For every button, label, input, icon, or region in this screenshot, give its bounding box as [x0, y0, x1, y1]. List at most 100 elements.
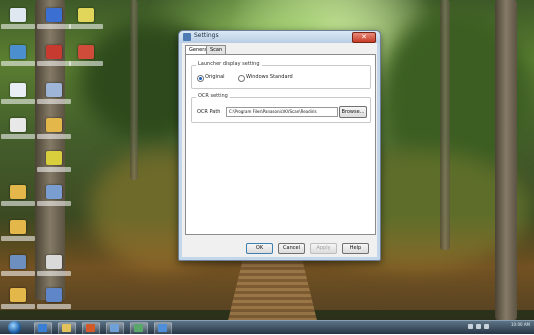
clock-time: 10:00 AM: [511, 322, 530, 327]
app-icon: [46, 151, 62, 165]
app-icon: [78, 8, 94, 22]
desktop-icon[interactable]: [37, 8, 71, 32]
folder-icon: [10, 288, 26, 302]
desktop-icon[interactable]: [37, 83, 71, 107]
desktop-icon[interactable]: [69, 45, 103, 69]
icon-caption: [1, 24, 35, 29]
desktop-icon[interactable]: [1, 185, 35, 209]
desktop-icon[interactable]: [1, 220, 35, 244]
app-icon: [110, 324, 119, 332]
dialog-client: General Scan Launcher display setting Or…: [182, 43, 377, 257]
icon-caption: [37, 61, 71, 66]
icon-caption: [1, 271, 35, 276]
desktop-icon[interactable]: [37, 185, 71, 209]
taskbar-button[interactable]: [154, 322, 172, 335]
ocr-path-label: OCR Path: [197, 109, 221, 115]
app-icon: [183, 33, 191, 41]
app-icon: [46, 8, 62, 22]
folder-icon: [10, 220, 26, 234]
desktop-icon[interactable]: [37, 288, 71, 312]
taskbar-button[interactable]: [106, 322, 124, 335]
app-icon: [46, 45, 62, 59]
cancel-button[interactable]: Cancel: [278, 243, 305, 254]
browse-button[interactable]: Browse...: [339, 106, 367, 118]
recycle-bin-icon: [10, 83, 26, 97]
desktop-icon[interactable]: [1, 255, 35, 279]
ie-icon: [38, 324, 47, 332]
desktop-icon[interactable]: [37, 151, 71, 175]
tab-scan[interactable]: Scan: [206, 45, 227, 54]
ocr-path-field[interactable]: C:\Program Files\Panasonic\KVScan\Readir…: [226, 107, 338, 117]
tab-panel: Launcher display setting Original Window…: [185, 54, 376, 235]
desktop-icon[interactable]: [1, 83, 35, 107]
launcher-display-group: Launcher display setting Original Window…: [191, 61, 371, 89]
launcher-display-group-label: Launcher display setting: [196, 61, 262, 67]
start-button[interactable]: [8, 321, 21, 334]
desktop-icon[interactable]: [1, 8, 35, 32]
taskbar-button[interactable]: [34, 322, 52, 335]
explorer-icon: [62, 324, 71, 332]
ok-button[interactable]: OK: [246, 243, 273, 254]
settings-dialog: Settings ✕ General Scan Launcher display…: [178, 30, 381, 261]
app-icon: [46, 288, 62, 302]
radio-windows-standard[interactable]: [238, 75, 245, 82]
desktop-icons: [1, 8, 103, 309]
network-icon: [10, 45, 26, 59]
icon-caption: [37, 201, 71, 206]
document-icon: [10, 118, 26, 132]
media-icon: [86, 324, 95, 332]
desktop-icon[interactable]: [69, 8, 103, 32]
tree-trunk: [495, 0, 517, 320]
icon-caption: [1, 61, 35, 66]
app-icon: [46, 83, 62, 97]
icon-caption: [1, 99, 35, 104]
desktop-icon[interactable]: [37, 45, 71, 69]
help-button[interactable]: Help: [342, 243, 369, 254]
computer-icon: [10, 8, 26, 22]
ocr-setting-group-label: OCR setting: [196, 93, 230, 99]
app-icon: [46, 185, 62, 199]
clock[interactable]: 10:00 AM: [511, 323, 530, 332]
icon-caption: [1, 304, 35, 309]
radio-original-label[interactable]: Original: [205, 74, 225, 80]
desktop-icon[interactable]: [37, 118, 71, 142]
folder-icon: [10, 185, 26, 199]
tree-trunk: [130, 0, 138, 180]
taskbar-button[interactable]: [58, 322, 76, 335]
icon-caption: [1, 134, 35, 139]
icon-caption: [1, 201, 35, 206]
window-title: Settings: [194, 32, 219, 39]
taskbar-button[interactable]: [130, 322, 148, 335]
title-bar[interactable]: Settings ✕: [179, 31, 380, 43]
apply-button[interactable]: Apply: [310, 243, 337, 254]
taskbar: 10:00 AM: [0, 320, 534, 335]
radio-original[interactable]: [197, 75, 204, 82]
desktop-icon[interactable]: [37, 255, 71, 279]
taskbar-button[interactable]: [82, 322, 100, 335]
icon-caption: [37, 167, 71, 172]
close-button[interactable]: ✕: [352, 32, 376, 43]
volume-icon[interactable]: [476, 324, 481, 329]
radio-windows-standard-label[interactable]: Windows Standard: [246, 74, 293, 80]
icon-caption: [69, 61, 103, 66]
network-icon[interactable]: [468, 324, 473, 329]
icon-caption: [37, 134, 71, 139]
icon-caption: [37, 24, 71, 29]
icon-caption: [37, 271, 71, 276]
icon-caption: [37, 304, 71, 309]
folder-icon: [46, 118, 62, 132]
app-icon: [78, 45, 94, 59]
icon-caption: [69, 24, 103, 29]
desktop-icon[interactable]: [1, 288, 35, 312]
document-icon: [46, 255, 62, 269]
tree-trunk: [440, 0, 450, 250]
ocr-setting-group: OCR setting OCR Path C:\Program Files\Pa…: [191, 93, 371, 123]
app-icon: [134, 324, 143, 332]
scanner-icon: [158, 324, 167, 332]
flag-icon[interactable]: [484, 324, 489, 329]
app-icon: [10, 255, 26, 269]
desktop-icon[interactable]: [1, 118, 35, 142]
icon-caption: [1, 236, 35, 241]
icon-caption: [37, 99, 71, 104]
desktop-icon[interactable]: [1, 45, 35, 69]
